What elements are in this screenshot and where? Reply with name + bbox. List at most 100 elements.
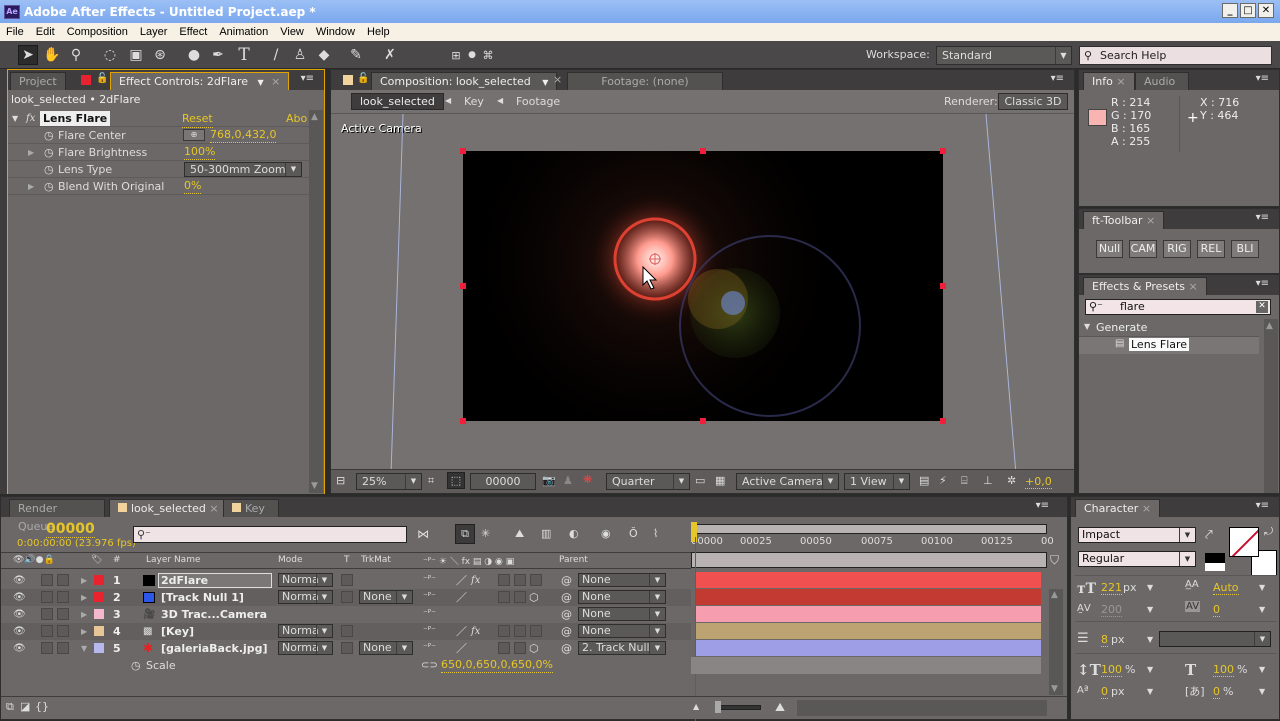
close-tab-icon[interactable]: × bbox=[1142, 502, 1151, 515]
effect-item-lens-flare[interactable]: ▤ Lens Flare bbox=[1079, 337, 1259, 354]
frame-blend-switch[interactable] bbox=[498, 574, 510, 586]
parent-dropdown[interactable]: None ▼ bbox=[578, 607, 666, 621]
layer-duration-bar[interactable] bbox=[696, 606, 1041, 622]
tab-project[interactable]: Project bbox=[10, 72, 66, 90]
scroll-up-icon[interactable]: ▲ bbox=[1266, 321, 1273, 331]
minimize-button[interactable]: _ bbox=[1222, 3, 1238, 18]
camera-tool-icon[interactable]: ▣ bbox=[126, 45, 146, 65]
close-tab-icon[interactable]: × bbox=[271, 75, 280, 88]
comp-nav-look-selected[interactable]: look_selected bbox=[351, 93, 444, 110]
property-value[interactable]: 768,0,432,0 bbox=[210, 127, 277, 143]
shy-switch-icon[interactable]: ⁻ᴾ⁻ bbox=[423, 606, 436, 623]
lock-icon[interactable]: 🔓 bbox=[357, 73, 369, 84]
panel-menu-icon[interactable]: ▾≡ bbox=[1256, 500, 1269, 511]
panel-menu-icon[interactable]: ▾≡ bbox=[1256, 73, 1269, 84]
close-tab-icon[interactable]: × bbox=[209, 502, 218, 515]
preserve-transparency-switch[interactable] bbox=[341, 625, 353, 637]
motion-blur-switch[interactable] bbox=[514, 591, 526, 603]
solo-switch[interactable] bbox=[41, 574, 53, 586]
comp-nav-footage[interactable]: Footage bbox=[516, 95, 560, 108]
preserve-transparency-switch[interactable] bbox=[341, 574, 353, 586]
fx-icon[interactable]: fx bbox=[26, 110, 35, 127]
eyedropper-icon[interactable]: ⤤ bbox=[1205, 527, 1213, 543]
effect-scrollbar[interactable]: ▲ ▼ bbox=[309, 110, 323, 493]
roto-brush-tool-icon[interactable]: ✎ bbox=[346, 45, 366, 65]
stopwatch-icon[interactable]: ◷ bbox=[44, 178, 54, 195]
pickwhip-icon[interactable]: @ bbox=[561, 572, 572, 589]
quality-switch-icon[interactable]: ／ bbox=[456, 623, 467, 640]
chevron-down-icon[interactable]: ▼ bbox=[1147, 583, 1153, 592]
effects-search-input[interactable]: ⚲⁻ flare ✕ bbox=[1085, 299, 1271, 315]
transparency-grid-icon[interactable]: ⬚ bbox=[447, 472, 465, 489]
shy-switch-icon[interactable]: ⁻ᴾ⁻ bbox=[423, 572, 436, 589]
transparency-checker-icon[interactable]: ▦ bbox=[715, 474, 725, 487]
menu-animation[interactable]: Animation bbox=[213, 26, 274, 38]
close-tab-icon[interactable]: × bbox=[1146, 214, 1155, 227]
layer-row[interactable]: 👁 ▶ 4 ▩ [Key] Norma ▼ ⁻ᴾ⁻ ／ fx @ None ▼ bbox=[1, 623, 691, 640]
pan-behind-tool-icon[interactable]: ⊛ bbox=[150, 45, 170, 65]
font-size-value[interactable]: 221 bbox=[1101, 581, 1122, 595]
black-swatch[interactable] bbox=[1205, 553, 1225, 563]
draft-3d-icon[interactable]: ✳ bbox=[481, 527, 490, 540]
timeline-scrollbar[interactable]: ▲ ▼ bbox=[1049, 589, 1063, 695]
blend-mode-dropdown[interactable]: Norma ▼ bbox=[278, 624, 333, 638]
resolution-dropdown[interactable]: Quarter ▼ bbox=[606, 473, 690, 490]
exposure-value[interactable]: +0,0 bbox=[1025, 475, 1052, 489]
comp-mini-flowchart-icon[interactable]: ⋈ bbox=[417, 527, 429, 541]
trkmat-dropdown[interactable]: None ▼ bbox=[359, 641, 413, 655]
expand-triangle-icon[interactable]: ▼ bbox=[12, 110, 18, 127]
channel-icon[interactable]: ❋ bbox=[583, 473, 592, 486]
horizontal-scrollbar[interactable] bbox=[797, 700, 1047, 716]
solo-switch[interactable] bbox=[41, 608, 53, 620]
current-time-field[interactable]: 00000 bbox=[470, 473, 536, 490]
flowchart-icon[interactable]: ⊥ bbox=[983, 474, 993, 487]
kerning-value[interactable]: 200 bbox=[1101, 603, 1122, 617]
layer-handle[interactable] bbox=[700, 418, 706, 424]
eye-icon[interactable]: 👁 bbox=[13, 606, 26, 623]
layer-name[interactable]: 2dFlare bbox=[158, 573, 272, 588]
reset-link[interactable]: Reset bbox=[182, 110, 213, 128]
parent-dropdown[interactable]: None ▼ bbox=[578, 624, 666, 638]
pickwhip-icon[interactable]: @ bbox=[561, 589, 572, 606]
layer-name[interactable]: [galeriaBack.jpg] bbox=[161, 640, 268, 657]
frame-blending-icon[interactable]: ▥ bbox=[541, 527, 551, 540]
property-value[interactable]: 100% bbox=[184, 144, 216, 160]
tab-footage[interactable]: Footage: (none) bbox=[567, 72, 723, 90]
hand-tool-icon[interactable]: ✋ bbox=[42, 45, 62, 65]
frame-blend-switch[interactable] bbox=[498, 625, 510, 637]
ft-rel-button[interactable]: REL bbox=[1197, 240, 1225, 258]
time-ruler[interactable]: 00000 00025 00050 00075 00100 00125 00 bbox=[691, 534, 1054, 552]
current-time-indicator-head[interactable] bbox=[691, 522, 697, 542]
layer-name[interactable]: 3D Trac...Camera bbox=[161, 606, 267, 623]
close-tab-icon[interactable]: × bbox=[1116, 75, 1125, 88]
motion-blur-switch[interactable] bbox=[514, 625, 526, 637]
pickwhip-icon[interactable]: @ bbox=[561, 623, 572, 640]
fill-color-swatch[interactable] bbox=[1229, 527, 1259, 557]
vertical-scale-value[interactable]: 100 bbox=[1101, 663, 1122, 677]
shy-switch-icon[interactable]: ⁻ᴾ⁻ bbox=[423, 623, 436, 640]
scroll-up-icon[interactable]: ▲ bbox=[1051, 590, 1058, 600]
motion-blur-icon[interactable]: ◐ bbox=[569, 527, 579, 540]
layer-row[interactable]: 👁 ▶ 1 2dFlare Norma ▼ ⁻ᴾ⁻ ／ fx @ None ▼ bbox=[1, 572, 691, 589]
eye-icon[interactable]: 👁 bbox=[13, 589, 26, 606]
live-update-icon[interactable]: ⧉ bbox=[455, 524, 475, 544]
expand-triangle-icon[interactable]: ▶ bbox=[28, 178, 34, 195]
timeline-search-input[interactable]: ⚲⁻ bbox=[133, 526, 407, 543]
ft-rig-button[interactable]: RIG bbox=[1163, 240, 1191, 258]
chevron-down-icon[interactable]: ▼ bbox=[1259, 687, 1265, 696]
brainstorm-icon[interactable]: ◉ bbox=[601, 527, 611, 540]
transfer-controls-toggle-icon[interactable]: ◪ bbox=[20, 700, 30, 713]
crosshair-icon[interactable]: ⊕ bbox=[183, 129, 205, 141]
menu-help[interactable]: Help bbox=[361, 26, 396, 38]
parent-dropdown[interactable]: None ▼ bbox=[578, 590, 666, 604]
3d-layer-icon[interactable]: ⬡ bbox=[529, 589, 539, 606]
stopwatch-icon[interactable]: ◷ bbox=[44, 127, 54, 144]
eye-icon[interactable]: 👁 bbox=[13, 572, 26, 589]
preserve-transparency-switch[interactable] bbox=[341, 591, 353, 603]
quality-switch-icon[interactable]: ／ bbox=[456, 572, 467, 589]
panel-menu-icon[interactable]: ▾≡ bbox=[1256, 278, 1269, 289]
leading-value[interactable]: Auto bbox=[1213, 581, 1239, 595]
exposure-reset-icon[interactable]: ✲ bbox=[1007, 474, 1016, 487]
tab-effects-presets[interactable]: Effects & Presets × bbox=[1083, 277, 1207, 295]
tab-look-selected[interactable]: look_selected × bbox=[109, 499, 228, 517]
